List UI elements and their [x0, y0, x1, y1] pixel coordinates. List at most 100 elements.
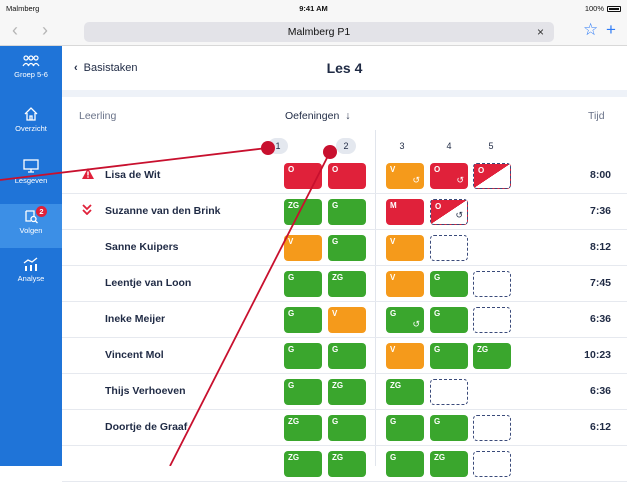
exercise-result-cell[interactable]: G — [430, 271, 468, 297]
bookmark-star-icon[interactable]: ☆ — [583, 20, 598, 40]
exercise-result-cell[interactable] — [473, 415, 511, 441]
exercise-result-cell[interactable]: G — [284, 307, 322, 333]
sidebar-item-volgen[interactable]: 2 Volgen — [0, 204, 62, 248]
exercise-result-cell[interactable]: G — [430, 307, 468, 333]
student-row[interactable]: Lisa de Wit O O V ↺ O ↺ O 8:00 — [62, 158, 627, 194]
exercise-result-cell[interactable] — [473, 451, 511, 477]
exercise-result-cell[interactable]: O ↺ — [430, 199, 468, 225]
exercise-result-cell[interactable]: ZG — [328, 271, 366, 297]
exercise-result-cell[interactable]: G — [386, 415, 424, 441]
result-code: G — [390, 417, 397, 426]
double-chevron-down-icon — [82, 202, 92, 220]
address-bar[interactable]: Malmberg P1 × — [84, 22, 554, 42]
exercise-result-cell[interactable]: V ↺ — [386, 163, 424, 189]
exercise-result-cell[interactable]: ZG — [284, 415, 322, 441]
student-time: 6:36 — [589, 385, 611, 397]
exercise-result-cell[interactable]: G — [430, 415, 468, 441]
exercise-result-cell[interactable]: ZG — [284, 199, 322, 225]
clear-url-icon[interactable]: × — [537, 22, 544, 42]
student-name[interactable]: Leentje van Loon — [105, 277, 191, 289]
exercise-result-cell[interactable]: ZG — [473, 343, 511, 369]
student-time: 8:00 — [589, 169, 611, 181]
student-row[interactable]: Thijs Verhoeven G ZG ZG 6:36 — [62, 374, 627, 410]
exercise-result-cell[interactable]: ZG — [284, 451, 322, 477]
result-code: V — [390, 165, 396, 174]
exercise-result-cell[interactable]: G — [284, 343, 322, 369]
result-code: G — [434, 417, 441, 426]
student-row[interactable]: Vincent Mol G G V G ZG 10:23 — [62, 338, 627, 374]
result-code: G — [288, 381, 295, 390]
exercise-result-cell[interactable]: V — [284, 235, 322, 261]
result-code: G — [288, 273, 295, 282]
exercise-result-cell[interactable]: O — [284, 163, 322, 189]
browser-back-icon[interactable]: ‹ — [12, 21, 18, 39]
student-name[interactable]: Doortje de Graaf — [105, 421, 187, 433]
column-header-time[interactable]: Tijd — [588, 110, 605, 122]
student-row[interactable]: Leentje van Loon G ZG V G 7:45 — [62, 266, 627, 302]
exercise-result-cell[interactable]: G — [328, 415, 366, 441]
student-row[interactable]: ZG ZG G ZG — [62, 446, 627, 482]
result-code: ZG — [288, 417, 300, 426]
exercise-number-4[interactable]: 4 — [439, 138, 459, 154]
column-header-student[interactable]: Leerling — [79, 110, 116, 122]
student-time: 6:36 — [589, 313, 611, 325]
student-name[interactable]: Lisa de Wit — [105, 169, 160, 181]
page-header: ‹ Basistaken Les 4 — [62, 46, 627, 90]
student-name[interactable]: Suzanne van den Brink — [105, 205, 221, 217]
result-code: O — [478, 166, 485, 175]
exercise-number-3[interactable]: 3 — [392, 138, 412, 154]
student-name[interactable]: Sanne Kuipers — [105, 241, 179, 253]
exercise-result-cell[interactable] — [430, 235, 468, 261]
student-name[interactable]: Thijs Verhoeven — [105, 385, 186, 397]
exercise-result-cell[interactable]: ZG — [328, 379, 366, 405]
exercise-result-cell[interactable]: G — [328, 343, 366, 369]
exercise-number-1[interactable]: 1 — [268, 138, 288, 154]
exercise-result-cell[interactable]: O — [328, 163, 366, 189]
browser-bar: ‹ › Malmberg P1 × ☆ + — [0, 16, 627, 46]
browser-forward-icon[interactable]: › — [42, 21, 48, 39]
exercise-number-5[interactable]: 5 — [481, 138, 501, 154]
result-code: O — [288, 165, 295, 174]
sidebar-item-overzicht[interactable]: Overzicht — [0, 106, 62, 146]
student-name[interactable]: Ineke Meijer — [105, 313, 165, 325]
battery-icon — [607, 5, 621, 12]
exercise-result-cell[interactable]: ZG — [386, 379, 424, 405]
exercise-result-cell[interactable]: V — [386, 235, 424, 261]
student-row[interactable]: Doortje de Graaf ZG G G G 6:12 — [62, 410, 627, 446]
sidebar-item-lesgeven[interactable]: Lesgeven — [0, 158, 62, 198]
result-code: M — [390, 201, 397, 210]
student-row[interactable]: Sanne Kuipers V G V 8:12 — [62, 230, 627, 266]
exercise-result-cell[interactable]: G — [430, 343, 468, 369]
student-name[interactable]: Vincent Mol — [105, 349, 164, 361]
exercise-result-cell[interactable]: G ↺ — [386, 307, 424, 333]
sidebar-item-analyse[interactable]: Analyse — [0, 256, 62, 296]
exercise-result-cell[interactable]: G — [328, 199, 366, 225]
student-row[interactable]: Ineke Meijer G V G ↺ G 6:36 — [62, 302, 627, 338]
student-row[interactable]: Suzanne van den Brink ZG G M O ↺ 7:36 — [62, 194, 627, 230]
result-code: G — [332, 201, 339, 210]
exercise-result-cell[interactable]: G — [284, 379, 322, 405]
exercise-result-cell[interactable] — [430, 379, 468, 405]
exercise-result-cell[interactable]: G — [284, 271, 322, 297]
exercise-result-cell[interactable]: V — [386, 271, 424, 297]
exercise-result-cell[interactable]: G — [328, 235, 366, 261]
exercise-result-cell[interactable]: O ↺ — [430, 163, 468, 189]
new-tab-plus-icon[interactable]: + — [606, 20, 616, 40]
exercise-result-cell[interactable] — [473, 271, 511, 297]
result-code: G — [332, 345, 339, 354]
exercise-number-2[interactable]: 2 — [336, 138, 356, 154]
exercise-result-cell[interactable]: V — [328, 307, 366, 333]
exercises-label: Oefeningen — [285, 110, 340, 122]
exercise-result-cell[interactable]: ZG — [328, 451, 366, 477]
exercise-result-cell[interactable]: ZG — [430, 451, 468, 477]
column-header-exercises[interactable]: Oefeningen ↓ — [285, 110, 350, 122]
exercise-result-cell[interactable] — [473, 307, 511, 333]
warning-triangle-icon — [82, 166, 94, 184]
exercise-result-cell[interactable]: O — [473, 163, 511, 189]
exercise-result-cell[interactable]: M — [386, 199, 424, 225]
exercise-result-cell[interactable]: V — [386, 343, 424, 369]
result-code: V — [390, 345, 396, 354]
exercise-result-cell[interactable]: G — [386, 451, 424, 477]
result-code: G — [434, 309, 441, 318]
sidebar-item-groep[interactable]: Groep 5-6 — [0, 54, 62, 94]
